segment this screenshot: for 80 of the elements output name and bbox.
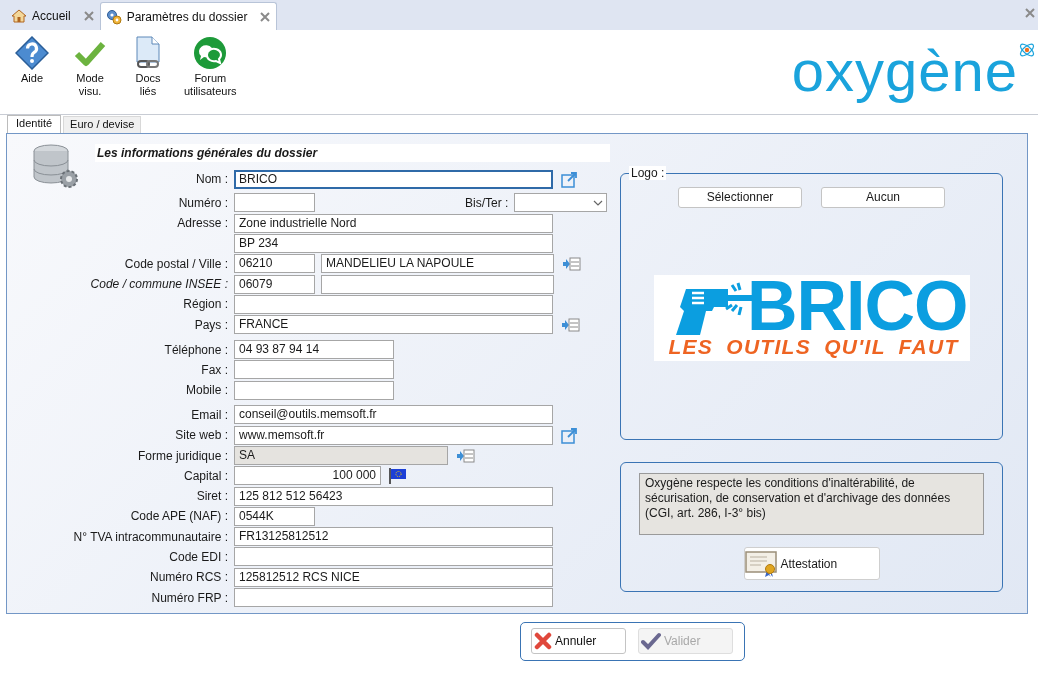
brand-logo-text: oxygène <box>791 40 1018 102</box>
text-field[interactable]: 06210 <box>234 254 315 274</box>
field-label: Région : <box>182 297 229 312</box>
cancel-button[interactable]: Annuler <box>531 628 626 654</box>
home-icon <box>11 8 27 24</box>
field-label: Code / commune INSEE : <box>89 277 229 292</box>
database-gear-icon <box>31 143 79 189</box>
tab[interactable]: Paramètres du dossier <box>99 2 278 30</box>
text-field[interactable] <box>234 193 315 213</box>
text-field[interactable] <box>234 588 553 608</box>
text-field[interactable]: 125 812 512 56423 <box>234 486 553 506</box>
logo-button[interactable]: Sélectionner <box>678 187 802 208</box>
help-icon <box>15 36 49 70</box>
toolbar-button[interactable]: Mode visu. <box>64 36 116 98</box>
field-label: Fax : <box>200 362 229 377</box>
toolbar-button[interactable]: Docs liés <box>122 36 174 98</box>
field-label: Mobile : <box>184 383 229 398</box>
dropdown[interactable] <box>514 193 608 213</box>
field-label: Numéro : <box>177 195 229 210</box>
close-icon[interactable] <box>1025 8 1035 18</box>
list-arrow-icon[interactable] <box>456 448 475 463</box>
field-label: Adresse : <box>176 216 229 231</box>
toolbar-button[interactable]: Aide <box>6 36 58 85</box>
field-label: Code EDI : <box>168 550 229 564</box>
chat-bubbles-icon <box>193 36 228 70</box>
text-field[interactable]: Zone industrielle Nord <box>234 213 553 233</box>
text-field[interactable]: 0544K <box>234 506 315 526</box>
logo-wordmark: BRICO <box>746 276 968 336</box>
list-arrow-icon[interactable] <box>561 317 580 332</box>
tab[interactable]: Identité <box>7 115 62 133</box>
field-label: Siret : <box>195 489 229 504</box>
gears-icon <box>105 8 122 25</box>
checkmark-icon <box>641 632 661 650</box>
list-arrow-icon[interactable] <box>562 256 581 271</box>
field-label: Bis/Ter : <box>465 195 509 210</box>
certificate-icon <box>744 549 779 578</box>
text-field[interactable]: 04 93 87 94 14 <box>234 340 394 359</box>
field-label: Numéro FRP : <box>150 590 229 605</box>
text-field[interactable]: 06079 <box>234 274 315 294</box>
field-label: Code APE (NAF) : <box>129 509 229 524</box>
group-label: Logo : <box>629 166 667 180</box>
text-field[interactable]: BP 234 <box>234 234 553 254</box>
field-label: Site web : <box>174 428 229 443</box>
field-label: Nom : <box>195 172 229 187</box>
section-title: Les informations générales du dossier <box>95 144 610 162</box>
field-label: Numéro RCS : <box>148 570 229 585</box>
text-field[interactable] <box>234 547 553 567</box>
field-label: Téléphone : <box>163 342 229 357</box>
text-field[interactable]: BRICO <box>234 169 553 189</box>
compliance-text: Oxygène respecte les conditions d'inaltérabilité, de sécurisation, de conservation et d'archivage des données (CGI, art. 286, I-3° bis) <box>639 473 984 535</box>
field-label: Code postal / Ville : <box>123 256 229 271</box>
text-field[interactable] <box>321 274 554 294</box>
logo-button[interactable]: Aucun <box>821 187 945 208</box>
cross-icon <box>534 632 552 650</box>
field-label: Email : <box>190 407 229 422</box>
toolbar-button[interactable]: Forum utilisateurs <box>180 36 241 98</box>
field-label: Forme juridique : <box>136 448 229 463</box>
text-field[interactable] <box>234 380 394 400</box>
text-field[interactable]: conseil@outils.memsoft.fr <box>234 405 553 425</box>
text-field[interactable]: 100 000 <box>234 466 381 486</box>
text-field[interactable] <box>234 360 394 380</box>
close-icon[interactable] <box>83 11 94 21</box>
field-label: N° TVA intracommunautaire : <box>72 529 229 544</box>
text-field[interactable]: FRANCE <box>234 315 553 335</box>
field-label: Pays : <box>193 317 229 332</box>
attestation-button[interactable]: Attestation <box>743 547 880 580</box>
text-field[interactable]: www.memsoft.fr <box>234 425 553 445</box>
external-link-icon[interactable] <box>561 170 578 188</box>
text-field[interactable]: 125812512 RCS NICE <box>234 567 553 587</box>
linked-document-icon <box>133 36 163 70</box>
external-link-icon[interactable] <box>561 426 578 444</box>
text-field[interactable]: FR13125812512 <box>234 527 553 547</box>
tab[interactable]: Euro / devise <box>63 116 142 133</box>
tab[interactable]: Accueil <box>6 2 100 30</box>
text-field[interactable] <box>234 294 553 314</box>
close-icon[interactable] <box>260 11 271 22</box>
logo-slogan: LES OUTILS QU'IL FAUT <box>668 336 959 358</box>
text-field[interactable]: MANDELIEU LA NAPOULE <box>321 254 554 274</box>
field-label: Capital : <box>182 468 229 483</box>
flag-icon[interactable] <box>389 467 407 484</box>
